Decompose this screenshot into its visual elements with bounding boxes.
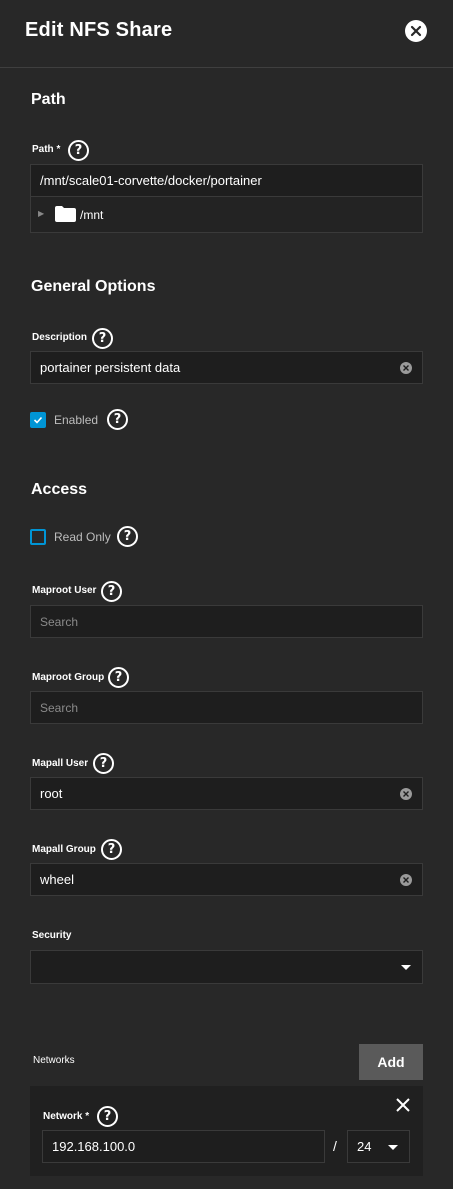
network-address-value: 192.168.100.0 [52,1139,136,1154]
maproot-group-search[interactable] [31,692,422,723]
dialog-title: Edit NFS Share [25,19,173,41]
description-label: Description [32,332,88,343]
description-value: portainer persistent data [40,360,181,375]
description-input[interactable]: portainer persistent data [30,351,423,384]
maproot-user-input[interactable] [30,605,423,638]
network-address-input[interactable]: 192.168.100.0 [42,1130,325,1163]
networks-title: Networks [33,1055,75,1066]
path-help-icon[interactable]: ? [68,140,89,161]
maproot-group-label: Maproot Group [32,672,105,683]
path-tree: ▶ /mnt [30,197,423,233]
netmask-chevron-down-icon [388,1145,398,1150]
close-icon [410,25,422,37]
required-marker: * [56,144,61,155]
enabled-label[interactable]: Enabled [54,413,98,427]
tree-node-mnt[interactable]: /mnt [80,208,103,222]
path-label-text: Path [32,144,54,155]
maproot-group-help-icon[interactable]: ? [108,667,129,688]
read-only-checkbox[interactable] [30,529,46,545]
path-value: /mnt/scale01-corvette/docker/portainer [40,173,262,188]
security-select[interactable] [30,950,423,984]
add-network-button[interactable]: Add [359,1044,423,1080]
dialog-header: Edit NFS Share [0,0,453,68]
clear-mapall-user-icon[interactable] [400,788,412,800]
mapall-user-value: root [40,786,63,801]
path-input[interactable]: /mnt/scale01-corvette/docker/portainer [30,164,423,197]
chevron-down-icon [401,965,411,970]
folder-icon [55,206,76,222]
network-required-marker: * [85,1111,90,1122]
network-help-icon[interactable]: ? [97,1106,118,1127]
access-title: Access [31,481,88,498]
tree-expand-icon[interactable]: ▶ [38,209,44,218]
check-icon [33,416,43,424]
mapall-group-help-icon[interactable]: ? [101,839,122,860]
close-dialog-button[interactable] [405,20,427,42]
security-label: Security [32,930,72,941]
maproot-user-label: Maproot User [32,585,97,596]
network-label-text: Network [43,1111,83,1122]
path-label: Path * [32,144,60,155]
mapall-user-label: Mapall User [32,758,89,769]
clear-description-icon[interactable] [400,362,412,374]
read-only-label[interactable]: Read Only [54,530,111,544]
netmask-value: 24 [357,1139,372,1154]
path-section-title: Path [31,91,66,108]
maproot-user-search[interactable] [31,606,422,637]
description-help-icon[interactable]: ? [92,328,113,349]
network-label: Network * [43,1111,89,1122]
remove-network-close-icon[interactable] [395,1097,411,1113]
mapall-group-label: Mapall Group [32,844,96,855]
maproot-group-input[interactable] [30,691,423,724]
netmask-select[interactable]: 24 [347,1130,410,1163]
mapall-group-input[interactable]: wheel [30,863,423,896]
read-only-help-icon[interactable]: ? [117,526,138,547]
enabled-checkbox[interactable] [30,412,46,428]
maproot-user-help-icon[interactable]: ? [101,581,122,602]
netmask-separator: / [333,1138,337,1154]
mapall-group-value: wheel [40,872,74,887]
enabled-help-icon[interactable]: ? [107,409,128,430]
general-options-title: General Options [31,278,156,295]
clear-mapall-group-icon[interactable] [400,874,412,886]
mapall-user-input[interactable]: root [30,777,423,810]
mapall-user-help-icon[interactable]: ? [93,753,114,774]
